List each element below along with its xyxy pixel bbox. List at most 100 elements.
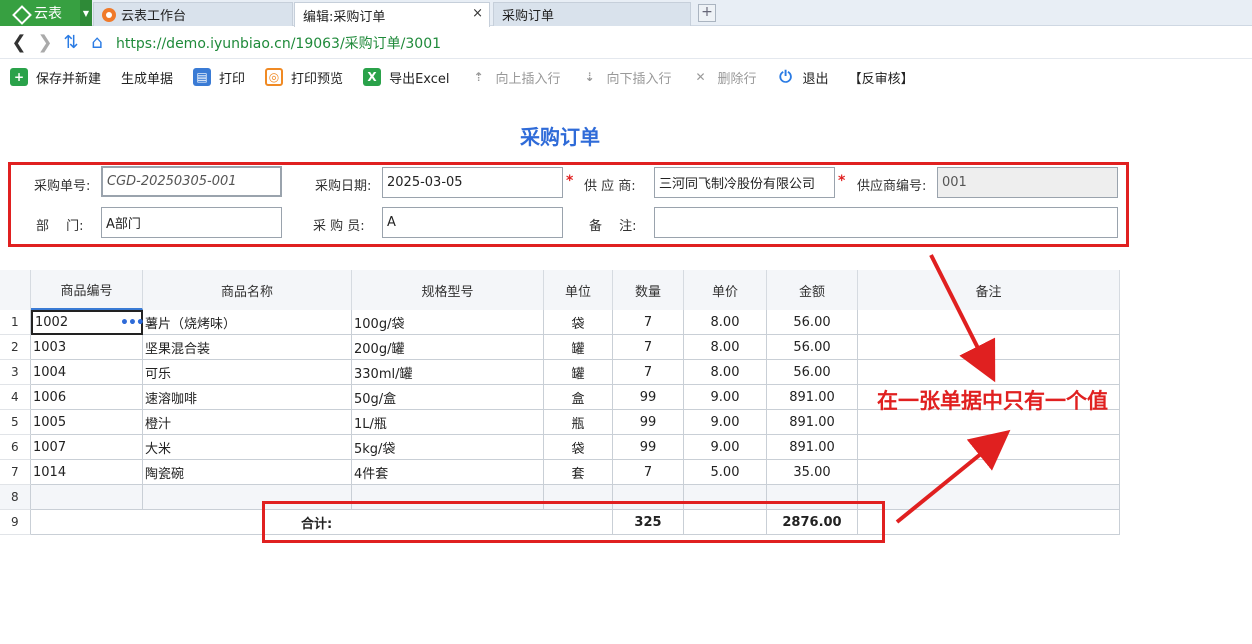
- cell-amount[interactable]: 891.00: [767, 435, 858, 460]
- cell-price[interactable]: 9.00: [684, 410, 767, 435]
- cell-spec[interactable]: 50g/盒: [352, 385, 544, 410]
- cell-remark[interactable]: [858, 360, 1120, 385]
- cell-code[interactable]: 1006: [31, 385, 143, 410]
- cell-qty[interactable]: 99: [613, 410, 684, 435]
- insert-above-button[interactable]: ⇡ 向上插入行: [460, 62, 571, 92]
- cell-code[interactable]: 1014: [31, 460, 143, 485]
- unaudit-button[interactable]: 【反审核】: [839, 62, 924, 92]
- home-icon[interactable]: ⌂: [84, 30, 110, 56]
- cell-spec[interactable]: 1L/瓶: [352, 410, 544, 435]
- back-icon[interactable]: ❮: [6, 30, 32, 56]
- cell-code[interactable]: 1003: [31, 335, 143, 360]
- header-unit[interactable]: 单位: [544, 270, 613, 310]
- cell-unit[interactable]: 袋: [544, 310, 613, 335]
- cell-amount[interactable]: 56.00: [767, 310, 858, 335]
- cell-unit[interactable]: 罐: [544, 360, 613, 385]
- header-qty[interactable]: 数量: [613, 270, 684, 310]
- header-price[interactable]: 单价: [684, 270, 767, 310]
- tab-purchase-order[interactable]: 采购订单: [493, 2, 691, 26]
- cell-price[interactable]: 8.00: [684, 360, 767, 385]
- cell-qty[interactable]: 99: [613, 435, 684, 460]
- cell-remark[interactable]: [858, 335, 1120, 360]
- print-button[interactable]: ▤ 打印: [183, 62, 255, 92]
- cell-unit[interactable]: 瓶: [544, 410, 613, 435]
- export-excel-button[interactable]: X 导出Excel: [353, 62, 459, 92]
- cell-qty[interactable]: 7: [613, 460, 684, 485]
- cell-name[interactable]: 坚果混合装: [143, 335, 352, 360]
- row-number[interactable]: 7: [0, 460, 31, 485]
- cell-unit[interactable]: 袋: [544, 435, 613, 460]
- cell-amount[interactable]: 56.00: [767, 360, 858, 385]
- tab-workbench[interactable]: 云表工作台: [93, 2, 293, 26]
- cell-name[interactable]: 速溶咖啡: [143, 385, 352, 410]
- print-preview-button[interactable]: ◎ 打印预览: [255, 62, 353, 92]
- cell-empty[interactable]: [31, 485, 143, 510]
- header-remark[interactable]: 备注: [858, 270, 1120, 310]
- header-code[interactable]: 商品编号: [31, 270, 143, 310]
- cell-price[interactable]: 9.00: [684, 435, 767, 460]
- row-number[interactable]: 6: [0, 435, 31, 460]
- header-spec[interactable]: 规格型号: [352, 270, 544, 310]
- cell-amount[interactable]: 35.00: [767, 460, 858, 485]
- app-menu-button[interactable]: 云表: [0, 0, 80, 26]
- save-new-button[interactable]: + 保存并新建: [0, 62, 111, 92]
- row-number[interactable]: 8: [0, 485, 31, 510]
- cell-amount[interactable]: 891.00: [767, 385, 858, 410]
- row-number[interactable]: 3: [0, 360, 31, 385]
- row-number[interactable]: 1: [0, 310, 31, 335]
- row-number[interactable]: 4: [0, 385, 31, 410]
- cell-remark[interactable]: [858, 310, 1120, 335]
- cell-code[interactable]: 1005: [31, 410, 143, 435]
- cell-qty[interactable]: 7: [613, 360, 684, 385]
- order-no-field[interactable]: CGD-20250305-001: [101, 166, 282, 197]
- cell-price[interactable]: 8.00: [684, 335, 767, 360]
- cell-unit[interactable]: 盒: [544, 385, 613, 410]
- supplier-field[interactable]: 三河同飞制冷股份有限公司: [654, 167, 835, 198]
- cell-unit[interactable]: 套: [544, 460, 613, 485]
- cell-spec[interactable]: 100g/袋: [352, 310, 544, 335]
- dept-field[interactable]: A部门: [101, 207, 282, 238]
- header-name[interactable]: 商品名称: [143, 270, 352, 310]
- refresh-icon[interactable]: ⇅: [58, 30, 84, 56]
- row-number[interactable]: 9: [0, 510, 31, 535]
- tab-edit-purchase-order[interactable]: 编辑:采购订单 ×: [294, 2, 490, 27]
- cell-name[interactable]: 大米: [143, 435, 352, 460]
- forward-icon[interactable]: ❯: [32, 30, 58, 56]
- generate-button[interactable]: 生成单据: [111, 62, 183, 92]
- cell-code[interactable]: 1007: [31, 435, 143, 460]
- delete-row-button[interactable]: ✕ 删除行: [682, 62, 767, 92]
- exit-button[interactable]: ⏻ 退出: [767, 62, 839, 92]
- cell-qty[interactable]: 99: [613, 385, 684, 410]
- cell-price[interactable]: 9.00: [684, 385, 767, 410]
- close-icon[interactable]: ×: [472, 6, 483, 21]
- new-tab-button[interactable]: +: [698, 4, 716, 22]
- insert-below-button[interactable]: ⇣ 向下插入行: [571, 62, 682, 92]
- cell-spec[interactable]: 5kg/袋: [352, 435, 544, 460]
- more-icon[interactable]: •••: [120, 315, 145, 331]
- cell-qty[interactable]: 7: [613, 335, 684, 360]
- cell-price[interactable]: 8.00: [684, 310, 767, 335]
- app-dropdown-icon[interactable]: ▼: [80, 0, 92, 26]
- cell-spec[interactable]: 330ml/罐: [352, 360, 544, 385]
- cell-empty[interactable]: [858, 485, 1120, 510]
- row-number[interactable]: 5: [0, 410, 31, 435]
- row-number[interactable]: 2: [0, 335, 31, 360]
- header-amount[interactable]: 金额: [767, 270, 858, 310]
- cell-remark[interactable]: [858, 435, 1120, 460]
- cell-unit[interactable]: 罐: [544, 335, 613, 360]
- cell-spec[interactable]: 4件套: [352, 460, 544, 485]
- cell-qty[interactable]: 7: [613, 310, 684, 335]
- cell-code[interactable]: 1004: [31, 360, 143, 385]
- date-field[interactable]: 2025-03-05: [382, 167, 563, 198]
- cell-name[interactable]: 橙汁: [143, 410, 352, 435]
- cell-remark[interactable]: [858, 460, 1120, 485]
- cell-name[interactable]: 薯片（烧烤味）: [143, 310, 352, 335]
- buyer-field[interactable]: A: [382, 207, 563, 238]
- cell-price[interactable]: 5.00: [684, 460, 767, 485]
- url-text[interactable]: https://demo.iyunbiao.cn/19063/采购订单/3001: [116, 33, 441, 53]
- cell-spec[interactable]: 200g/罐: [352, 335, 544, 360]
- cell-name[interactable]: 可乐: [143, 360, 352, 385]
- cell-name[interactable]: 陶瓷碗: [143, 460, 352, 485]
- cell-amount[interactable]: 891.00: [767, 410, 858, 435]
- cell-amount[interactable]: 56.00: [767, 335, 858, 360]
